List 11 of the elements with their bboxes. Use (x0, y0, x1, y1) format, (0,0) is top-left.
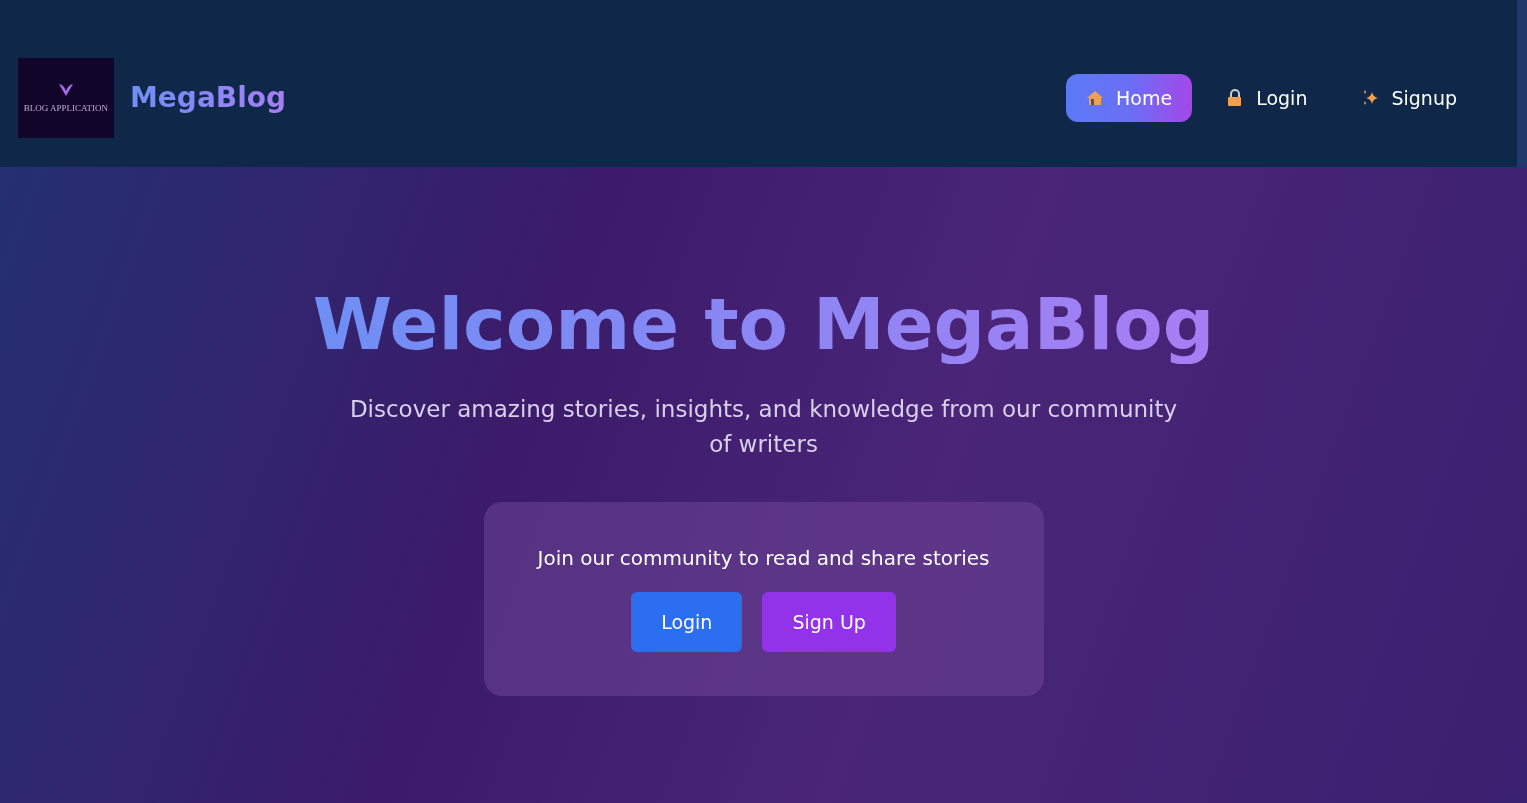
signup-button[interactable]: Sign Up (762, 592, 896, 653)
sparkle-icon (1361, 88, 1380, 107)
logo-image[interactable]: BLOG APPLICATION (18, 57, 114, 138)
nav-link[interactable]: Signup (1341, 73, 1477, 122)
hero-subtitle: Discover amazing stories, insights, and knowledge from our community of writers (348, 395, 1179, 460)
house-icon (1086, 88, 1105, 107)
nav-link[interactable]: Login (1206, 73, 1328, 122)
join-text: Join our community to read and share stories (537, 546, 990, 571)
nav-link[interactable]: Home (1066, 73, 1193, 122)
login-button[interactable]: Login (631, 592, 743, 653)
logo-caption: BLOG APPLICATION (23, 103, 109, 113)
